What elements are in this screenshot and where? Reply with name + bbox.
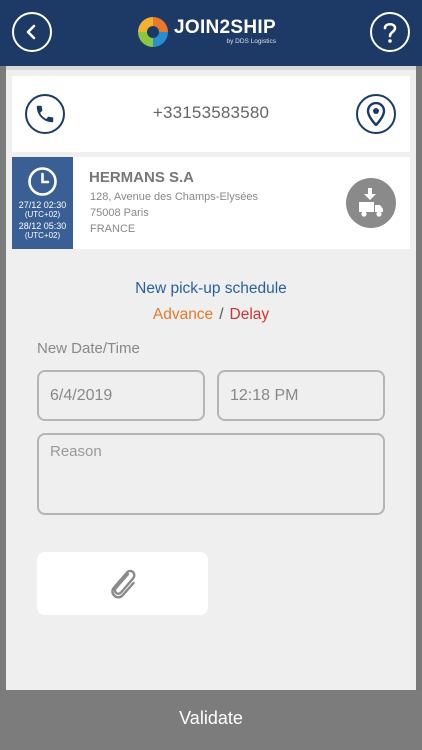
time-start: 27/12 02:30 bbox=[18, 200, 67, 210]
separator: / bbox=[219, 306, 224, 323]
logo-subtitle: by DDS Logistics bbox=[226, 38, 276, 45]
location-pin-icon bbox=[366, 102, 386, 126]
attach-button[interactable] bbox=[37, 552, 208, 615]
question-icon bbox=[383, 22, 397, 43]
time-input[interactable]: 12:18 PM bbox=[217, 370, 385, 421]
back-button[interactable] bbox=[12, 12, 52, 52]
content-panel: +33153583580 27/12 02:30 (UTC+02) 28/12 … bbox=[6, 66, 416, 690]
time-window: 27/12 02:30 (UTC+02) 28/12 05:30 (UTC+02… bbox=[12, 157, 73, 249]
shipment-card[interactable]: 27/12 02:30 (UTC+02) 28/12 05:30 (UTC+02… bbox=[12, 157, 410, 249]
truck-pickup-icon bbox=[359, 188, 383, 217]
delay-option[interactable]: Delay bbox=[230, 306, 270, 323]
pickup-type-badge bbox=[346, 178, 396, 228]
timezone-start: (UTC+02) bbox=[24, 210, 61, 219]
clock-icon bbox=[28, 167, 57, 196]
phone-number[interactable]: +33153583580 bbox=[12, 103, 410, 123]
help-button[interactable] bbox=[370, 12, 410, 52]
logo-mark-icon bbox=[138, 17, 168, 47]
address-line-2: 75008 Paris bbox=[90, 207, 149, 219]
address-country: FRANCE bbox=[90, 223, 136, 235]
address-line-1: 128, Avenue des Champs-Elysées bbox=[90, 191, 258, 203]
validate-button[interactable]: Validate bbox=[0, 690, 422, 750]
datetime-label: New Date/Time bbox=[37, 340, 140, 357]
panel-top-edge bbox=[6, 66, 416, 70]
advance-option[interactable]: Advance bbox=[153, 306, 213, 323]
contact-card: +33153583580 bbox=[12, 76, 410, 152]
advance-delay-toggle: Advance / Delay bbox=[6, 306, 416, 324]
timezone-end: (UTC+02) bbox=[24, 231, 61, 240]
date-input[interactable]: 6/4/2019 bbox=[37, 370, 205, 421]
schedule-title: New pick-up schedule bbox=[135, 280, 287, 297]
logo-name: JOIN2SHIP bbox=[174, 17, 276, 38]
app-header: JOIN2SHIP by DDS Logistics bbox=[0, 0, 422, 66]
reason-input[interactable]: Reason bbox=[37, 433, 385, 515]
chevron-left-icon bbox=[26, 24, 36, 40]
app-logo: JOIN2SHIP by DDS Logistics bbox=[136, 14, 276, 50]
location-button[interactable] bbox=[356, 94, 396, 134]
paperclip-icon bbox=[110, 569, 135, 599]
time-end: 28/12 05:30 bbox=[18, 221, 67, 231]
company-name: HERMANS S.A bbox=[89, 169, 195, 186]
